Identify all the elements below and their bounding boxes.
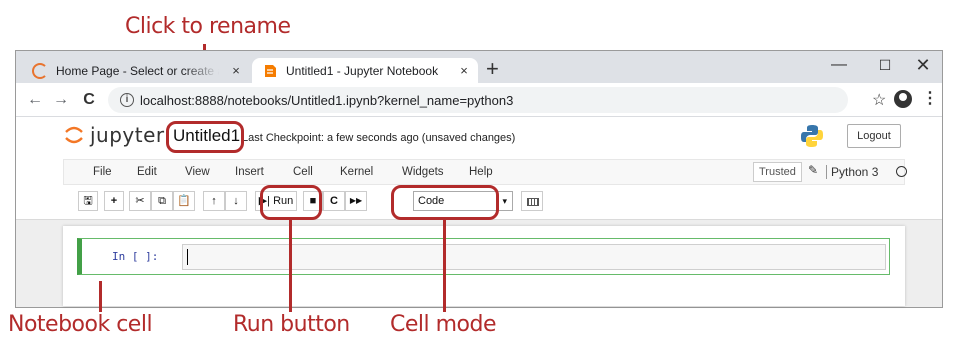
tab-strip: Home Page - Select or create a notebook … xyxy=(16,51,942,83)
kernel-status-icon xyxy=(896,166,907,177)
menu-kernel[interactable]: Kernel xyxy=(340,166,373,178)
tab-home-page[interactable]: Home Page - Select or create a notebook … xyxy=(22,58,250,83)
annotation-run-button: Run button xyxy=(233,312,350,337)
notebook-favicon-icon xyxy=(262,63,278,79)
jupyter-favicon-icon xyxy=(32,62,48,79)
navigation-bar: ← → C i localhost:8888/notebooks/Untitle… xyxy=(16,83,942,117)
keyboard-icon[interactable] xyxy=(521,191,543,211)
cell-code-input[interactable] xyxy=(182,244,886,270)
jupyter-logo-icon xyxy=(65,126,83,144)
annotation-cell-mode: Cell mode xyxy=(390,312,497,337)
logout-button[interactable]: Logout xyxy=(847,124,901,148)
paste-icon[interactable]: 📋 xyxy=(173,191,195,211)
bookmark-star-icon[interactable]: ☆ xyxy=(872,90,886,110)
menu-file[interactable]: File xyxy=(93,166,112,178)
menu-insert[interactable]: Insert xyxy=(235,166,264,178)
python-logo-icon xyxy=(801,125,823,147)
chevron-down-icon: ▾ xyxy=(502,196,507,206)
menubar: File Edit View Insert Cell Kernel Widget… xyxy=(63,159,907,185)
kernel-name[interactable]: Python 3 xyxy=(826,165,878,179)
new-tab-button[interactable]: + xyxy=(486,58,499,80)
browser-window: Home Page - Select or create a notebook … xyxy=(15,50,943,308)
checkpoint-status: Last Checkpoint: a few seconds ago (unsa… xyxy=(242,132,516,144)
tab-untitled1[interactable]: Untitled1 - Jupyter Notebook × xyxy=(252,58,478,83)
tab-close-icon[interactable]: × xyxy=(454,63,474,78)
annotation-box-cell-mode xyxy=(391,185,499,220)
add-cell-icon[interactable]: + xyxy=(104,191,124,211)
annotation-click-to-rename: Click to rename xyxy=(125,14,291,39)
menu-edit[interactable]: Edit xyxy=(137,166,157,178)
text-cursor xyxy=(187,249,188,265)
save-icon[interactable]: 🖫 xyxy=(78,191,98,211)
address-bar[interactable]: i localhost:8888/notebooks/Untitled1.ipy… xyxy=(108,87,848,113)
browser-menu-icon[interactable]: ⋮ xyxy=(922,88,938,108)
annotation-notebook-cell: Notebook cell xyxy=(8,312,153,337)
tab-title: Home Page - Select or create a notebook xyxy=(56,63,226,78)
back-arrow-icon[interactable]: ← xyxy=(24,89,46,111)
reload-icon[interactable]: C xyxy=(78,89,100,111)
notebook-area: In [ ]: xyxy=(16,219,942,307)
annotation-box-run xyxy=(260,185,322,220)
tab-title: Untitled1 - Jupyter Notebook xyxy=(286,63,439,78)
cut-icon[interactable]: ✂ xyxy=(129,191,151,211)
account-avatar-icon[interactable] xyxy=(894,90,912,108)
jupyter-brand[interactable]: jupyter xyxy=(90,123,165,147)
notebook-cell[interactable]: In [ ]: xyxy=(77,238,890,275)
cell-prompt: In [ ]: xyxy=(112,250,159,263)
menu-help[interactable]: Help xyxy=(469,166,493,178)
close-window-button[interactable]: ✕ xyxy=(900,51,946,81)
restart-icon[interactable]: C xyxy=(323,191,345,211)
move-up-icon[interactable]: ↑ xyxy=(203,191,225,211)
copy-icon[interactable]: ⧉ xyxy=(151,191,173,211)
notebook-page: In [ ]: xyxy=(63,226,905,306)
annotation-box-rename xyxy=(166,121,244,153)
info-icon[interactable]: i xyxy=(120,93,134,107)
move-down-icon[interactable]: ↓ xyxy=(225,191,247,211)
forward-arrow-icon[interactable]: → xyxy=(50,89,72,111)
menu-cell[interactable]: Cell xyxy=(293,166,313,178)
trusted-badge[interactable]: Trusted xyxy=(753,162,802,182)
restart-run-all-icon[interactable]: ▶▶ xyxy=(345,191,367,211)
annotation-line-cell xyxy=(99,281,102,312)
tab-close-icon[interactable]: × xyxy=(226,63,246,78)
menu-widgets[interactable]: Widgets xyxy=(402,166,444,178)
pencil-icon[interactable]: ✎ xyxy=(808,163,818,177)
minimize-button[interactable]: — xyxy=(816,51,862,81)
menu-view[interactable]: View xyxy=(185,166,210,178)
annotation-line-cell-mode xyxy=(443,219,446,312)
url-text: localhost:8888/notebooks/Untitled1.ipynb… xyxy=(140,92,514,108)
annotation-line-run xyxy=(289,219,292,312)
jupyter-header: jupyter Untitled1 Last Checkpoint: a few… xyxy=(16,118,942,156)
